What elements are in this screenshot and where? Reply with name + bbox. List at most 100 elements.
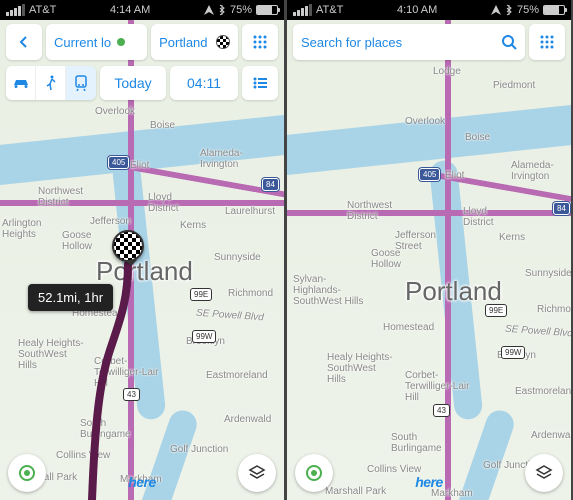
status-bar: AT&T 4:14 AM 75% xyxy=(0,0,284,20)
map-label: Piedmont xyxy=(493,80,535,91)
map-label: Goose Hollow xyxy=(371,248,421,270)
map-label: Lloyd District xyxy=(148,192,198,214)
map-label: SE Powell Blvd xyxy=(196,308,264,324)
current-location-dot-icon xyxy=(117,38,125,46)
location-arrow-icon xyxy=(204,5,214,15)
map-label: Overlook xyxy=(405,116,445,127)
route-shield: 99W xyxy=(192,330,216,343)
map-label: Richmond xyxy=(228,288,273,299)
walk-icon xyxy=(45,75,57,91)
route-summary-tooltip: 52.1mi, 1hr xyxy=(28,284,113,311)
map-label: Collins View xyxy=(56,450,110,461)
map-label: Sylvan-Highlands-SouthWest Hills xyxy=(293,274,367,307)
apps-grid-button[interactable] xyxy=(529,24,565,60)
search-placeholder: Search for places xyxy=(301,35,501,50)
map-label: Ardenwald xyxy=(224,414,271,425)
map-label: Goose Hollow xyxy=(62,230,112,252)
attribution-logo: here xyxy=(128,474,156,490)
bluetooth-icon xyxy=(218,4,226,16)
map-label: Jefferson xyxy=(90,216,131,227)
clock-label: 4:10 AM xyxy=(397,4,437,16)
origin-label: Current lo xyxy=(54,35,111,50)
map-label: Eliot xyxy=(445,170,464,181)
route-shield: 84 xyxy=(262,178,279,191)
route-shield: 43 xyxy=(123,388,140,401)
destination-pin-icon[interactable] xyxy=(112,230,144,262)
map-label: Arlington Heights xyxy=(2,218,57,240)
chevron-left-icon xyxy=(17,35,31,49)
checkered-flag-icon xyxy=(216,35,230,49)
map-label: Alameda-Irvington xyxy=(511,160,571,182)
map-label: Ardenwald xyxy=(531,430,571,441)
route-toolbar: Current lo Portland xyxy=(6,24,278,60)
route-shield: 405 xyxy=(419,168,440,181)
carrier-label: AT&T xyxy=(29,4,56,16)
clock-label: 4:14 AM xyxy=(110,4,150,16)
map-label: Boise xyxy=(150,120,175,131)
route-shield: 84 xyxy=(553,202,570,215)
battery-icon xyxy=(543,5,565,15)
search-field[interactable]: Search for places xyxy=(293,24,525,60)
destination-chip[interactable]: Portland xyxy=(151,24,238,60)
route-shield: 405 xyxy=(108,156,129,169)
map-label: Collins View xyxy=(367,464,421,475)
map-label: Laurelhurst xyxy=(225,206,275,217)
map-label: Healy Heights-SouthWest Hills xyxy=(18,338,88,371)
map-layers-button[interactable] xyxy=(525,454,563,492)
locate-me-button[interactable] xyxy=(8,454,46,492)
map-label: Richmond xyxy=(537,304,571,315)
route-shield: 99E xyxy=(190,288,212,301)
mode-car-button[interactable] xyxy=(6,66,36,100)
map-label: Lloyd District xyxy=(463,206,513,228)
map-label: South Burlingame xyxy=(80,418,150,440)
locate-icon xyxy=(19,465,35,481)
map-label: Eastmoreland xyxy=(206,370,268,381)
map-label: Marshall Park xyxy=(325,486,386,497)
mode-walk-button[interactable] xyxy=(36,66,66,100)
route-shield: 43 xyxy=(433,404,450,417)
map-label: Golf Junction xyxy=(170,444,228,455)
map-label: Kerns xyxy=(180,220,206,231)
route-shield: 99W xyxy=(501,346,525,359)
map-label: Northwest District xyxy=(38,186,108,208)
depart-date-button[interactable]: Today xyxy=(100,66,166,100)
map-label: Healy Heights-SouthWest Hills xyxy=(327,352,397,385)
car-icon xyxy=(12,76,30,90)
list-icon xyxy=(252,76,268,90)
locate-icon xyxy=(306,465,322,481)
grid-icon xyxy=(539,34,555,50)
apps-grid-button[interactable] xyxy=(242,24,278,60)
city-label: Portland xyxy=(405,276,502,307)
location-arrow-icon xyxy=(491,5,501,15)
back-button[interactable] xyxy=(6,24,42,60)
map-label: Eliot xyxy=(130,160,149,171)
screenshot-right: AT&T 4:10 AM 75% Portland Lodge Piedmont… xyxy=(287,0,571,500)
screenshot-left: AT&T 4:14 AM 75% Portland Overlook Boise… xyxy=(0,0,284,500)
attribution-logo: here xyxy=(415,474,443,490)
transit-icon xyxy=(74,75,88,91)
locate-me-button[interactable] xyxy=(295,454,333,492)
map-surface[interactable]: Portland Lodge Piedmont Overlook Boise E… xyxy=(287,20,571,500)
map-layers-button[interactable] xyxy=(238,454,276,492)
map-label: Sunnyside xyxy=(525,268,571,279)
origin-chip[interactable]: Current lo xyxy=(46,24,147,60)
battery-label: 75% xyxy=(230,4,252,16)
route-options-button[interactable] xyxy=(242,66,278,100)
map-label: Eastmoreland xyxy=(515,386,571,397)
bluetooth-icon xyxy=(505,4,513,16)
transport-mode-group xyxy=(6,66,96,100)
highway xyxy=(287,210,571,216)
carrier-label: AT&T xyxy=(316,4,343,16)
map-label: SE Powell Blvd xyxy=(505,324,571,340)
battery-label: 75% xyxy=(517,4,539,16)
depart-time-button[interactable]: 04:11 xyxy=(170,66,238,100)
mode-transit-button[interactable] xyxy=(66,66,96,100)
layers-icon xyxy=(248,464,266,482)
map-label: Lodge xyxy=(433,66,461,77)
grid-icon xyxy=(252,34,268,50)
layers-icon xyxy=(535,464,553,482)
mode-toolbar: Today 04:11 xyxy=(6,66,278,100)
map-label: Homestead xyxy=(383,322,434,333)
map-label: Sunnyside xyxy=(214,252,261,263)
map-label: Corbet-Terwilliger-Lair Hill xyxy=(94,356,164,389)
